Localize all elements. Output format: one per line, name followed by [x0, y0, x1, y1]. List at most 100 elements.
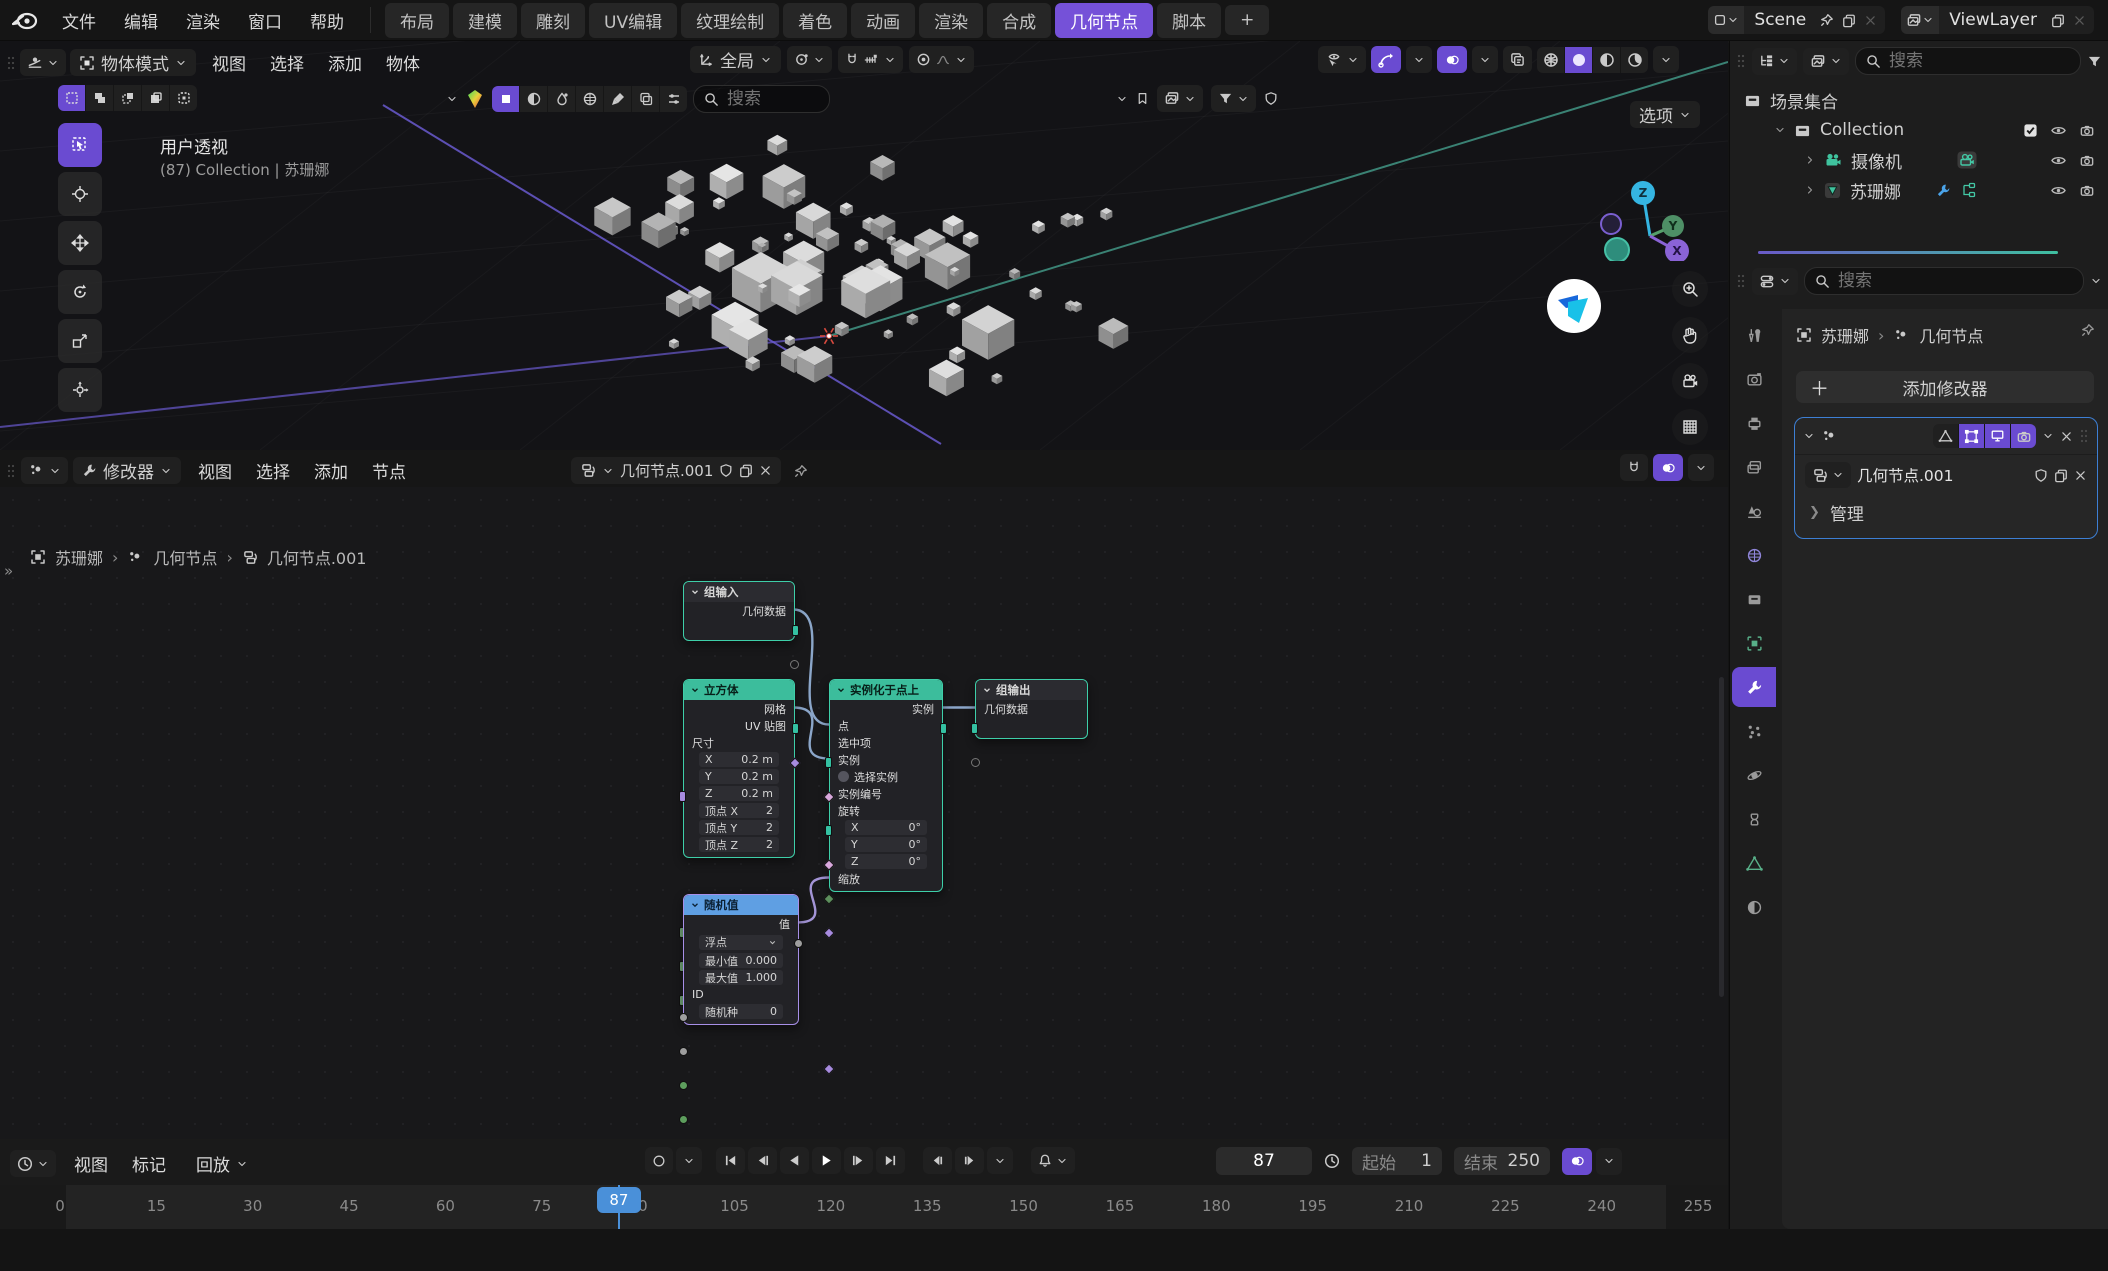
snap-group[interactable]: [838, 46, 903, 73]
viewlayer-selector[interactable]: ViewLayer: [1901, 6, 2094, 34]
outliner[interactable]: 场景集合Collection摄像机苏珊娜: [1730, 41, 2108, 256]
outliner-item-label[interactable]: Collection: [1820, 120, 1987, 140]
viewport-menu-添加[interactable]: 添加: [316, 46, 374, 79]
tool-transform-button[interactable]: [58, 368, 102, 412]
editor-type-button[interactable]: [1752, 268, 1798, 295]
node-header[interactable]: 随机值: [684, 895, 798, 915]
jump-to-end-button[interactable]: [876, 1147, 905, 1174]
viewlayer-name[interactable]: ViewLayer: [1939, 10, 2047, 30]
eye-toggle-icon[interactable]: [2050, 183, 2067, 198]
camera-toggle-icon[interactable]: [2079, 153, 2095, 168]
scrollbar[interactable]: [1719, 677, 1724, 997]
properties-tab-world[interactable]: [1732, 535, 1776, 575]
node-row-Z[interactable]: Z0°: [830, 853, 942, 870]
properties-editor[interactable]: 苏珊娜 › 几何节点 ＋ 添加修改器: [1730, 259, 2108, 1229]
grip-icon[interactable]: [6, 55, 16, 71]
visibility-sphere-toggle[interactable]: [520, 86, 548, 112]
frame-start-field[interactable]: 起始1: [1352, 1147, 1442, 1175]
outliner-filter-mode[interactable]: [1803, 48, 1849, 75]
gem-icon[interactable]: [464, 89, 486, 109]
node-row-顶点 X[interactable]: 顶点 X2: [684, 802, 794, 819]
duplicate-toggle[interactable]: [632, 86, 660, 112]
transform-orientation[interactable]: 全局: [690, 46, 781, 73]
jump-prev-keyframe-button[interactable]: [748, 1147, 777, 1174]
chevron-down-icon[interactable]: [446, 93, 458, 105]
camera-data-icon[interactable]: [1957, 151, 1977, 169]
step-dropdown[interactable]: [987, 1147, 1013, 1174]
node-row-Z[interactable]: Z0.2 m: [684, 785, 794, 802]
select-mode-paint[interactable]: [170, 85, 197, 111]
socket-extend[interactable]: [971, 758, 980, 767]
outliner-item-label[interactable]: 摄像机: [1851, 148, 1957, 173]
timeline-overlay-button[interactable]: [1562, 1148, 1592, 1175]
outliner-search[interactable]: [1855, 47, 2081, 75]
slider-toggle[interactable]: [660, 86, 687, 112]
node-row-最大值[interactable]: 最大值1.000: [684, 969, 798, 986]
shading-solid-button[interactable]: [1565, 47, 1593, 73]
playhead-badge[interactable]: 87: [597, 1187, 641, 1213]
shield-icon[interactable]: [1264, 91, 1278, 106]
copy-icon[interactable]: [2047, 13, 2069, 28]
grip-icon[interactable]: [2079, 428, 2089, 444]
clock-icon[interactable]: [1324, 1153, 1340, 1169]
zoom-icon[interactable]: [1672, 271, 1708, 307]
modifier-manage-section[interactable]: ❯ 管理: [1795, 495, 2097, 529]
scene-name[interactable]: Scene: [1744, 10, 1816, 30]
properties-tab-viewlayer[interactable]: [1732, 447, 1776, 487]
node-row-随机种[interactable]: 随机种0: [684, 1003, 798, 1020]
socket-最大值[interactable]: [679, 1047, 688, 1056]
pin-icon[interactable]: [794, 464, 808, 478]
checkbox-toggle-icon[interactable]: [2023, 123, 2038, 138]
breadcrumb-object[interactable]: 苏珊娜: [1821, 323, 1869, 347]
node-row-浮点[interactable]: 浮点: [684, 932, 798, 952]
chevron-down-icon[interactable]: [1116, 93, 1128, 105]
node-row-Y[interactable]: Y0.2 m: [684, 768, 794, 785]
shield-icon[interactable]: [2034, 468, 2048, 483]
frame-step-forward-button[interactable]: [955, 1147, 984, 1174]
brush-toggle[interactable]: [604, 86, 632, 112]
workspace-tab-渲染[interactable]: 渲染: [919, 3, 983, 38]
filter-button[interactable]: [1211, 85, 1256, 112]
pan-hand-icon[interactable]: [1672, 317, 1708, 353]
node-group-browse[interactable]: [1805, 462, 1851, 488]
workspace-tab-着色[interactable]: 着色: [783, 3, 847, 38]
node-group-selector[interactable]: 几何节点.001: [571, 457, 781, 484]
node-row-网格[interactable]: 网格: [684, 700, 794, 717]
close-icon[interactable]: [759, 464, 772, 477]
shading-wireframe-button[interactable]: [1537, 47, 1565, 73]
pivot-point-button[interactable]: [787, 46, 832, 73]
node-editor-menu-节点[interactable]: 节点: [360, 454, 418, 487]
copy-icon[interactable]: [739, 463, 753, 478]
topbar-menu-帮助[interactable]: 帮助: [296, 4, 358, 37]
outliner-row-摄像机[interactable]: 摄像机: [1730, 145, 2108, 175]
pin-icon[interactable]: [2081, 323, 2095, 337]
node-row-实例编号[interactable]: 实例编号: [830, 785, 942, 802]
chevron-right-icon[interactable]: [1804, 184, 1816, 196]
socket-随机种[interactable]: [679, 1115, 688, 1124]
properties-tab-data[interactable]: [1732, 843, 1776, 883]
node-row-UV 贴图[interactable]: UV 贴图: [684, 717, 794, 734]
topbar-menu-文件[interactable]: 文件: [48, 4, 110, 37]
scene-browse-button[interactable]: [1708, 6, 1744, 34]
copy-icon[interactable]: [1838, 13, 1860, 28]
camera-view-icon[interactable]: [1672, 363, 1708, 399]
auto-keying-dropdown[interactable]: [676, 1147, 702, 1174]
viewport-menu-选择[interactable]: 选择: [258, 46, 316, 79]
viewlayer-browse-button[interactable]: [1901, 6, 1939, 34]
toggle-circle[interactable]: [838, 771, 849, 782]
properties-tab-particles[interactable]: [1732, 711, 1776, 751]
workspace-tab-合成[interactable]: 合成: [987, 3, 1051, 38]
overlays-button[interactable]: [1653, 454, 1683, 481]
modifier-render-toggle[interactable]: [2011, 424, 2036, 448]
auto-keying-button[interactable]: [645, 1147, 673, 1174]
viewport-options-button[interactable]: 选项: [1630, 101, 1700, 128]
socket-旋转[interactable]: [823, 927, 834, 938]
node-group-output[interactable]: 组输出几何数据: [975, 679, 1088, 739]
select-mode-tweak[interactable]: [58, 85, 86, 111]
outliner-row-Collection[interactable]: Collection: [1730, 115, 2108, 145]
select-mode-lasso[interactable]: [142, 85, 170, 111]
node-group-name[interactable]: 几何节点.001: [620, 460, 713, 481]
world-toggle[interactable]: [576, 86, 604, 112]
node-editor-mode[interactable]: 修改器: [73, 457, 181, 484]
node-cube[interactable]: 立方体网格UV 贴图尺寸X0.2 mY0.2 mZ0.2 m顶点 X2顶点 Y2…: [683, 679, 795, 858]
